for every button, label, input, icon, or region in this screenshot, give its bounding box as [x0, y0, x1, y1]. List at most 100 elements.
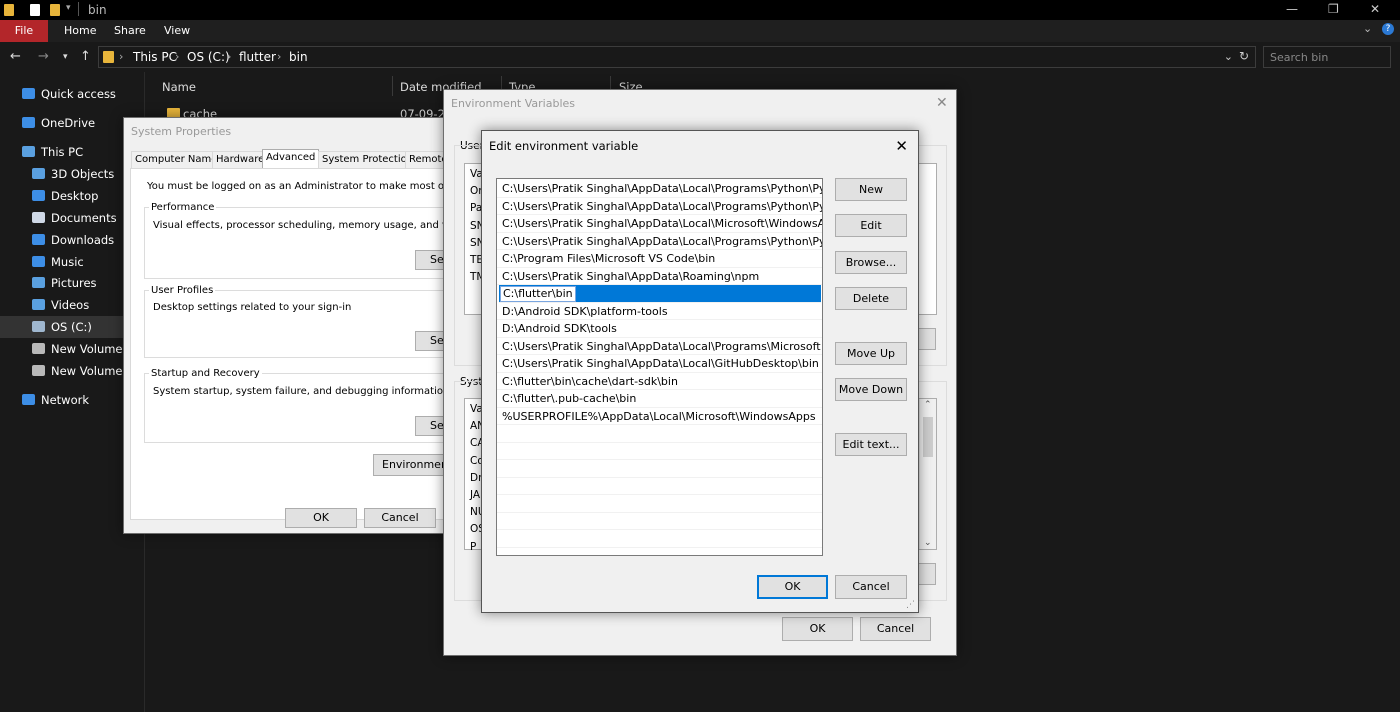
tab-home[interactable]: Home: [52, 20, 108, 42]
music-icon: [32, 256, 45, 267]
path-entry-selected[interactable]: C:\flutter\bin: [499, 285, 821, 303]
environment-variables-button[interactable]: Environment V: [373, 454, 452, 476]
empty-row[interactable]: [497, 513, 822, 530]
close-icon[interactable]: ✕: [1370, 2, 1380, 16]
empty-row[interactable]: [497, 460, 822, 478]
up-arrow-icon[interactable]: ↑: [80, 49, 91, 64]
startup-recovery-group: Startup and Recovery System startup, sys…: [144, 368, 452, 443]
tab-computer-name[interactable]: Computer Name: [131, 151, 222, 168]
empty-row[interactable]: [497, 530, 822, 548]
sidebar-item-label: OS (C:): [51, 320, 92, 334]
group-legend: Performance: [149, 202, 217, 213]
sidebar-item[interactable]: Quick access: [0, 83, 144, 105]
new-folder-icon[interactable]: [50, 4, 60, 16]
chevron-down-icon[interactable]: ▾: [66, 3, 71, 13]
search-input[interactable]: [1264, 47, 1390, 67]
tab-hardware[interactable]: Hardware: [212, 151, 269, 168]
user-profiles-group: User Profiles Desktop settings related t…: [144, 285, 452, 358]
breadcrumb-flutter[interactable]: flutter: [239, 50, 276, 64]
path-entry[interactable]: C:\Program Files\Microsoft VS Code\bin: [497, 250, 822, 268]
path-entry[interactable]: %USERPROFILE%\AppData\Local\Microsoft\Wi…: [497, 408, 822, 425]
breadcrumb-separator-icon[interactable]: ›: [227, 50, 231, 63]
breadcrumb-bin[interactable]: bin: [289, 50, 308, 64]
cancel-button[interactable]: Cancel: [835, 575, 907, 599]
breadcrumb-separator-icon[interactable]: ›: [175, 50, 179, 63]
address-bar[interactable]: › This PC › OS (C:) › flutter › bin ⌄ ↻: [98, 46, 1256, 68]
tab-advanced[interactable]: Advanced: [262, 149, 320, 169]
empty-row[interactable]: [497, 478, 822, 495]
admin-note: You must be logged on as an Administrato…: [147, 181, 452, 192]
ok-button[interactable]: OK: [757, 575, 828, 599]
video-icon: [32, 299, 45, 310]
inline-edit-field[interactable]: C:\flutter\bin: [500, 286, 576, 302]
tab-view[interactable]: View: [152, 20, 202, 42]
breadcrumb-this-pc[interactable]: This PC: [133, 50, 177, 64]
path-entry[interactable]: C:\flutter\.pub-cache\bin: [497, 390, 822, 408]
ok-button[interactable]: OK: [782, 617, 853, 641]
minimize-icon[interactable]: —: [1286, 2, 1298, 16]
drive-icon: [32, 321, 45, 332]
desktop-icon: [32, 190, 45, 201]
tab-file[interactable]: File: [0, 20, 48, 42]
cube-icon: [32, 168, 45, 179]
properties-icon[interactable]: [30, 4, 40, 16]
resize-grip-icon[interactable]: ⋰: [906, 600, 915, 610]
path-entry[interactable]: D:\Android SDK\tools: [497, 320, 822, 338]
path-entry[interactable]: D:\Android SDK\platform-tools: [497, 303, 822, 320]
system-properties-dialog: System Properties Computer Name Hardware…: [123, 117, 453, 534]
close-icon[interactable]: ✕: [936, 95, 948, 111]
move-down-button[interactable]: Move Down: [835, 378, 907, 401]
address-dropdown-icon[interactable]: ⌄: [1224, 50, 1233, 63]
drive-icon: [32, 343, 45, 354]
empty-row[interactable]: [497, 495, 822, 513]
sidebar-item-label: Quick access: [41, 87, 116, 101]
path-entry[interactable]: C:\Users\Pratik Singhal\AppData\Local\Pr…: [497, 233, 822, 250]
tab-system-protection[interactable]: System Protection: [318, 151, 418, 168]
browse-button[interactable]: Browse...: [835, 251, 907, 274]
new-button[interactable]: New: [835, 178, 907, 201]
path-entry[interactable]: C:\Users\Pratik Singhal\AppData\Local\Pr…: [497, 338, 822, 355]
scrollbar-thumb[interactable]: [923, 417, 933, 457]
edit-text-button[interactable]: Edit text...: [835, 433, 907, 456]
path-entry[interactable]: C:\flutter\bin\cache\dart-sdk\bin: [497, 373, 822, 390]
scroll-up-icon[interactable]: ⌃: [924, 400, 932, 410]
back-arrow-icon[interactable]: ←: [10, 49, 21, 64]
cancel-button[interactable]: Cancel: [860, 617, 931, 641]
path-entry[interactable]: C:\Users\Pratik Singhal\AppData\Local\Pr…: [497, 198, 822, 215]
computer-icon: [22, 146, 35, 157]
scrollbar[interactable]: ⌃ ⌄: [919, 399, 936, 549]
variable-name-cell[interactable]: JA: [470, 489, 480, 501]
document-icon: [32, 212, 45, 223]
help-icon[interactable]: ?: [1382, 23, 1394, 35]
column-header-name[interactable]: Name: [162, 80, 196, 94]
chevron-down-icon[interactable]: ⌄: [1363, 22, 1372, 35]
ok-button[interactable]: OK: [285, 508, 357, 528]
move-up-button[interactable]: Move Up: [835, 342, 907, 365]
scroll-down-icon[interactable]: ⌄: [924, 538, 932, 548]
maximize-icon[interactable]: ❐: [1328, 2, 1339, 16]
close-icon[interactable]: ✕: [895, 137, 908, 155]
refresh-icon[interactable]: ↻: [1239, 49, 1249, 63]
breadcrumb-os-c[interactable]: OS (C:): [187, 50, 230, 64]
path-entries-list[interactable]: C:\Users\Pratik Singhal\AppData\Local\Pr…: [496, 178, 823, 556]
path-entry[interactable]: C:\Users\Pratik Singhal\AppData\Local\Mi…: [497, 215, 822, 233]
breadcrumb-separator-icon[interactable]: ›: [277, 50, 281, 63]
column-divider[interactable]: [392, 76, 393, 96]
path-entry[interactable]: C:\Users\Pratik Singhal\AppData\Local\Gi…: [497, 355, 822, 373]
recent-locations-icon[interactable]: ▾: [63, 52, 68, 62]
forward-arrow-icon[interactable]: →: [38, 49, 49, 64]
delete-button[interactable]: Delete: [835, 287, 907, 310]
variable-name-cell[interactable]: P: [470, 541, 476, 553]
empty-row[interactable]: [497, 425, 822, 443]
path-entry[interactable]: C:\Users\Pratik Singhal\AppData\Roaming\…: [497, 268, 822, 285]
divider: [78, 2, 79, 16]
network-icon: [22, 394, 35, 405]
tab-share[interactable]: Share: [102, 20, 158, 42]
breadcrumb-separator-icon[interactable]: ›: [119, 50, 123, 63]
edit-button[interactable]: Edit: [835, 214, 907, 237]
cancel-button[interactable]: Cancel: [364, 508, 436, 528]
path-entry[interactable]: C:\Users\Pratik Singhal\AppData\Local\Pr…: [497, 180, 822, 198]
performance-group: Performance Visual effects, processor sc…: [144, 202, 452, 279]
empty-row[interactable]: [497, 443, 822, 460]
search-box[interactable]: [1263, 46, 1391, 68]
